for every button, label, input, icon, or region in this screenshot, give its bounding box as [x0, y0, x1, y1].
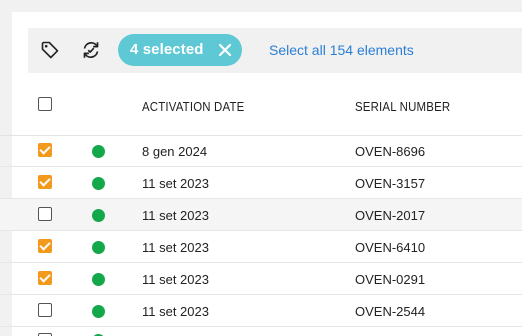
column-serial-number[interactable]: SERIAL NUMBER [355, 99, 450, 114]
activation-date-cell: 8 gen 2024 [142, 144, 208, 159]
activation-date-cell: 11 set 2023 [142, 240, 209, 255]
table-header: ACTIVATION DATE SERIAL NUMBER [0, 75, 522, 136]
column-activation-date[interactable]: ACTIVATION DATE [142, 99, 244, 114]
status-dot [92, 305, 105, 318]
status-dot [92, 145, 105, 158]
serial-number-cell: OVEN-0291 [355, 272, 426, 287]
select-all-link[interactable]: Select all 154 elements [269, 42, 414, 58]
row-checkbox[interactable] [38, 239, 52, 253]
row-checkbox[interactable] [38, 303, 52, 317]
serial-number-cell: OVEN-3157 [355, 176, 426, 191]
devices-panel: 4 selected Select all 154 elements ACTIV… [0, 0, 522, 336]
row-checkbox[interactable] [38, 143, 52, 157]
table-row[interactable]: 8 gen 2024 OVEN-8696 [0, 135, 522, 167]
activation-date-cell: 11 set 2023 [142, 208, 209, 223]
serial-number-cell: OVEN-2544 [355, 304, 426, 319]
serial-number-cell: OVEN-8696 [355, 144, 426, 159]
selection-toolbar: 4 selected Select all 154 elements [28, 28, 522, 73]
table-row[interactable] [0, 327, 522, 336]
status-dot [92, 209, 105, 222]
serial-number-cell: OVEN-2017 [355, 208, 426, 223]
refresh-icon[interactable] [80, 39, 102, 61]
tag-icon[interactable] [40, 40, 62, 62]
status-dot [92, 273, 105, 286]
status-dot [92, 241, 105, 254]
select-all-checkbox[interactable] [38, 97, 52, 111]
table-row[interactable]: 11 set 2023 OVEN-6410 [0, 231, 522, 263]
activation-date-cell: 11 set 2023 [142, 176, 209, 191]
selection-count: 4 selected [130, 41, 204, 58]
table-row[interactable]: 11 set 2023 OVEN-0291 [0, 263, 522, 295]
status-dot [92, 177, 105, 190]
table-row[interactable]: 11 set 2023 OVEN-2544 [0, 295, 522, 327]
serial-number-cell: OVEN-6410 [355, 240, 426, 255]
activation-date-cell: 11 set 2023 [142, 272, 209, 287]
activation-date-cell: 11 set 2023 [142, 304, 209, 319]
clear-selection-icon[interactable] [216, 41, 234, 59]
table-row[interactable]: 11 set 2023 OVEN-3157 [0, 167, 522, 199]
row-checkbox[interactable] [38, 207, 52, 221]
selection-chip: 4 selected [118, 34, 242, 66]
row-checkbox[interactable] [38, 175, 52, 189]
table-row[interactable]: 11 set 2023 OVEN-2017 [0, 199, 522, 231]
row-checkbox[interactable] [38, 271, 52, 285]
